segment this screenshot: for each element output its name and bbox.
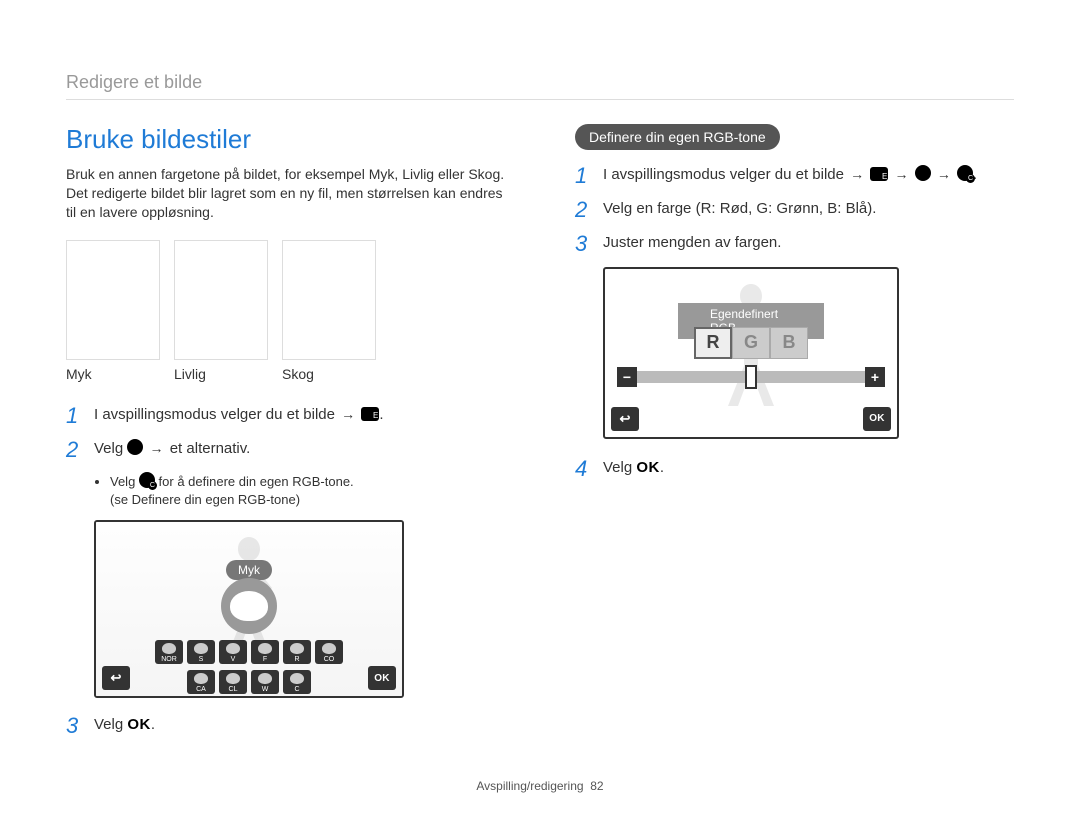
thumbnail-label: Skog — [282, 366, 376, 382]
step-2: 2 Velg → et alternativ. — [66, 438, 505, 462]
arrow-icon: → — [894, 166, 908, 182]
ok-button[interactable]: OK — [863, 407, 891, 431]
page: Redigere et bilde Bruke bildestiler Bruk… — [0, 0, 1080, 778]
style-option[interactable]: NOR — [155, 640, 183, 664]
step-text: Velg en farge (R: Rød, G: Grønn, B: Blå)… — [603, 198, 876, 219]
style-option[interactable]: V — [219, 640, 247, 664]
arrow-icon: → — [341, 406, 355, 422]
right-step-1: 1 I avspillingsmodus velger du et bilde … — [575, 164, 1014, 188]
left-steps: 1 I avspillingsmodus velger du et bilde … — [66, 404, 505, 739]
thumbnail-image — [66, 240, 160, 360]
rgb-tab-g[interactable]: G — [732, 327, 770, 359]
thumbnail: Skog — [282, 240, 376, 382]
thumbnail: Myk — [66, 240, 160, 382]
footer-page-number: 82 — [590, 779, 603, 793]
step-text: Velg → et alternativ. — [94, 438, 250, 459]
style-option[interactable]: W — [251, 670, 279, 694]
footer-section: Avspilling/redigering — [476, 779, 583, 793]
rgb-tab-r[interactable]: R — [694, 327, 732, 359]
step-number: 1 — [66, 404, 84, 428]
right-step-4: 4 Velg OK. — [575, 457, 1014, 481]
thumbnail: Livlig — [174, 240, 268, 382]
right-column: Definere din egen RGB-tone 1 I avspillin… — [575, 124, 1014, 748]
back-button[interactable]: ↩ — [611, 407, 639, 431]
style-option[interactable]: C — [283, 670, 311, 694]
palette-icon — [127, 439, 143, 455]
slider-handle[interactable] — [745, 365, 757, 389]
step-number: 3 — [575, 232, 593, 256]
back-button[interactable]: ↩ — [102, 666, 130, 690]
style-option[interactable]: CO — [315, 640, 343, 664]
style-option[interactable]: S — [187, 640, 215, 664]
ok-icon: OK — [636, 459, 660, 476]
style-row-1: NOR S V F R CO — [155, 640, 343, 664]
step-number: 2 — [66, 438, 84, 462]
step-number: 1 — [575, 164, 593, 188]
ok-button[interactable]: OK — [368, 666, 396, 690]
right-step-2: 2 Velg en farge (R: Rød, G: Grønn, B: Bl… — [575, 198, 1014, 222]
step-text: Velg OK. — [94, 714, 155, 735]
arrow-icon: → — [937, 166, 951, 182]
style-thumbnails: Myk Livlig Skog — [66, 240, 505, 382]
edit-icon — [870, 167, 888, 181]
style-picker-screen: Myk NOR S V F R CO CA CL W C — [94, 520, 404, 698]
two-columns: Bruke bildestiler Bruk en annen fargeton… — [66, 124, 1014, 748]
custom-rgb-icon — [139, 472, 155, 488]
step-3: 3 Velg OK. — [66, 714, 505, 738]
section-title: Bruke bildestiler — [66, 124, 505, 155]
step-text: Velg OK. — [603, 457, 664, 478]
step-text: I avspillingsmodus velger du et bilde → … — [94, 404, 383, 425]
rgb-adjust-screen: Egendefinert RGB R G B − + ↩ OK — [603, 267, 899, 439]
right-step-3: 3 Juster mengden av fargen. — [575, 232, 1014, 256]
slider-plus[interactable]: + — [865, 367, 885, 387]
page-footer: Avspilling/redigering 82 — [0, 779, 1080, 793]
edit-icon — [361, 407, 379, 421]
ok-icon: OK — [127, 716, 151, 733]
subsection-pill: Definere din egen RGB-tone — [575, 124, 780, 150]
step-number: 3 — [66, 714, 84, 738]
thumbnail-label: Livlig — [174, 366, 268, 382]
bullet: Velg for å definere din egen RGB-tone. (… — [110, 472, 505, 508]
palette-icon — [915, 165, 931, 181]
big-palette-icon — [221, 578, 277, 634]
thumbnail-image — [282, 240, 376, 360]
style-option[interactable]: CA — [187, 670, 215, 694]
step-number: 4 — [575, 457, 593, 481]
left-column: Bruke bildestiler Bruk en annen fargeton… — [66, 124, 505, 748]
slider-minus[interactable]: − — [617, 367, 637, 387]
step-number: 2 — [575, 198, 593, 222]
intro-paragraph: Bruk en annen fargetone på bildet, for e… — [66, 165, 505, 222]
rgb-tabs: R G B — [694, 327, 808, 359]
rgb-tab-b[interactable]: B — [770, 327, 808, 359]
style-option[interactable]: R — [283, 640, 311, 664]
breadcrumb: Redigere et bilde — [66, 72, 1014, 100]
step-2-bullets: Velg for å definere din egen RGB-tone. (… — [94, 472, 505, 508]
arrow-icon: → — [150, 440, 164, 456]
thumbnail-image — [174, 240, 268, 360]
thumbnail-label: Myk — [66, 366, 160, 382]
step-text: I avspillingsmodus velger du et bilde → … — [603, 164, 977, 185]
step-1: 1 I avspillingsmodus velger du et bilde … — [66, 404, 505, 428]
style-option[interactable]: F — [251, 640, 279, 664]
custom-rgb-icon — [957, 165, 973, 181]
style-row-2: CA CL W C — [187, 670, 311, 694]
style-label-bubble: Myk — [226, 560, 272, 580]
arrow-icon: → — [850, 166, 864, 182]
style-option[interactable]: CL — [219, 670, 247, 694]
step-text: Juster mengden av fargen. — [603, 232, 781, 253]
